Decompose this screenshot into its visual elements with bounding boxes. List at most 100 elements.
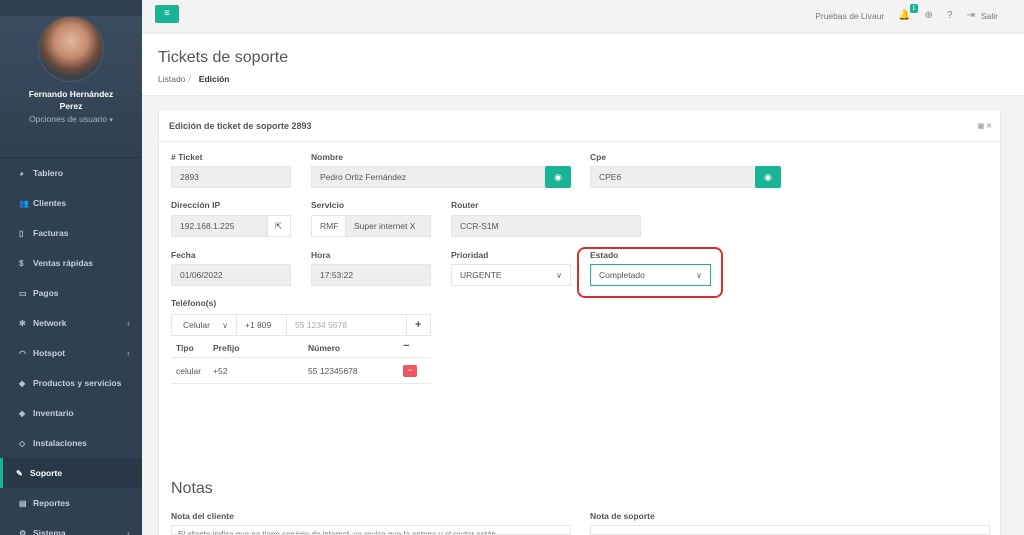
ip-label: Dirección IP (171, 200, 221, 210)
nombre-field[interactable]: Pedro Ortiz Fernández (311, 166, 545, 188)
caret-down-icon: ▾ (109, 117, 113, 124)
phone-table: Tipo Prefijo Número − celular +52 55 123… (171, 338, 431, 384)
view-cpe-button[interactable]: ◉ (755, 166, 781, 188)
ticket-field[interactable]: 2893 (171, 166, 291, 188)
sidebar-item-pagos[interactable]: ▭ Pagos (0, 278, 142, 308)
sidebar-nav: ◕ Tablero 👥 Clientes ▯ Facturas $ Ventas rápida… (0, 158, 142, 535)
sidebar-item-label: Sistema (33, 528, 66, 535)
sidebar-item-label: Clientes (33, 198, 67, 208)
nota-cliente-textarea[interactable]: El cliente indica que no tiene servicio … (171, 525, 571, 535)
prioridad-label: Prioridad (451, 250, 489, 260)
servicio-field[interactable]: Super internet X (345, 215, 431, 237)
sidebar-item-instalaciones[interactable]: ◇ Instalaciones (0, 428, 142, 458)
user-profile: Fernando Hernández Perez Opciones de usu… (0, 16, 142, 158)
notes-title: Notas (171, 480, 213, 497)
sidebar-item-label: Facturas (33, 228, 69, 238)
servicio-prefix: RMF (311, 215, 346, 237)
servicio-label: Servicio (311, 200, 345, 210)
router-field[interactable]: CCR-S1M (451, 215, 641, 237)
cpe-label: Cpe (590, 152, 607, 162)
sidebar-item-tablero[interactable]: ◕ Tablero (0, 158, 142, 188)
router-label: Router (451, 200, 479, 210)
view-client-button[interactable]: ◉ (545, 166, 571, 188)
table-row: celular +52 55 12345678 − (171, 358, 431, 384)
phone-code-field[interactable]: +1 809 (236, 314, 287, 336)
nota-soporte-textarea[interactable] (590, 525, 990, 535)
avatar[interactable] (38, 16, 104, 82)
bell-icon[interactable]: 🔔 1 (898, 4, 918, 21)
sidebar-item-ventas-rápidas[interactable]: $ Ventas rápidas (0, 248, 142, 278)
chevron-down-icon: ∨ (556, 270, 562, 280)
sidebar-item-label: Productos y servicios (33, 378, 122, 388)
sidebar-item-reportes[interactable]: ▤ Reportes (0, 488, 142, 518)
fecha-label: Fecha (171, 250, 196, 260)
sidebar-item-network[interactable]: ✻ Network ‹ (0, 308, 142, 338)
prioridad-select[interactable]: URGENTE ∨ (451, 264, 571, 286)
phone-number-input[interactable]: 55 1234 5678 (286, 314, 407, 336)
user-options-dropdown[interactable]: Opciones de usuario ▾ (0, 114, 142, 124)
minus-icon: − (403, 340, 410, 352)
topbar: ≡ Pruebas de Livaur 🔔 1 ⊕ ? ⇥ Salir (142, 0, 1024, 33)
sidebar-item-facturas[interactable]: ▯ Facturas (0, 218, 142, 248)
add-phone-button[interactable]: + (406, 314, 431, 336)
ip-field[interactable]: 192.168.1.225 (171, 215, 267, 237)
notification-badge: 1 (910, 4, 918, 13)
help-icon[interactable]: ? (947, 10, 953, 21)
ticket-label: # Ticket (171, 152, 203, 162)
wifi-icon: ◠ (19, 348, 26, 358)
page-title: Tickets de soporte (158, 49, 289, 66)
sidebar-item-hotspot[interactable]: ◠ Hotspot ‹ (0, 338, 142, 368)
sidebar-item-label: Reportes (33, 498, 70, 508)
wrench-icon: ✎ (16, 468, 23, 478)
breadcrumb-list[interactable]: Listado (158, 74, 185, 84)
sidebar-item-clientes[interactable]: 👥 Clientes (0, 188, 142, 218)
hora-field[interactable]: 17:53:22 (311, 264, 431, 286)
tools-icon: ◇ (19, 438, 26, 448)
eye-icon: ◉ (764, 171, 772, 182)
sidebar-item-label: Soporte (30, 468, 63, 478)
sidebar-item-label: Tablero (33, 168, 64, 178)
topbar-right: Pruebas de Livaur 🔔 1 ⊕ ? ⇥ Salir (815, 4, 998, 21)
cpe-field[interactable]: CPE6 (590, 166, 756, 188)
cogs-icon: ⚙ (19, 528, 27, 535)
sidebar-item-label: Instalaciones (33, 438, 87, 448)
fecha-field[interactable]: 01/06/2022 (171, 264, 291, 286)
nota-cliente-label: Nota del cliente (171, 511, 234, 521)
chevron-left-icon: ‹ (127, 318, 130, 328)
phone-type-select[interactable]: Celular ∨ (171, 314, 237, 336)
card-title: Edición de ticket de soporte 2893 ▣ ✕ (159, 110, 1000, 142)
sidebar: Fernando Hernández Perez Opciones de usu… (0, 0, 142, 535)
cubes-icon: ◈ (19, 408, 26, 418)
phone-table-header: Tipo Prefijo Número − (171, 338, 431, 358)
sidebar-item-productos-y-servicios[interactable]: ◆ Productos y servicios (0, 368, 142, 398)
breadcrumb-separator: / (188, 74, 191, 84)
hora-label: Hora (311, 250, 331, 260)
plus-icon: + (415, 319, 422, 331)
sidebar-item-label: Ventas rápidas (33, 258, 94, 268)
globe-icon[interactable]: ⊕ (925, 10, 933, 21)
sidebar-item-sistema[interactable]: ⚙ Sistema ‹ (0, 518, 142, 535)
chevron-down-icon: ∨ (222, 320, 228, 330)
sidebar-item-label: Inventario (33, 408, 74, 418)
money-icon: ▭ (19, 288, 27, 298)
col-numero: Número (308, 343, 341, 353)
page-header: Tickets de soporte Listado / Edición (142, 34, 1024, 96)
dollar-icon: $ (19, 258, 24, 268)
dashboard-icon: ◕ (19, 168, 24, 178)
sidebar-item-label: Network (33, 318, 67, 328)
sidebar-item-soporte[interactable]: ✎ Soporte (0, 458, 142, 488)
card-tools-icon[interactable]: ▣ ✕ (978, 122, 992, 130)
nota-soporte-label: Nota de soporte (590, 511, 655, 521)
external-link-icon: ⇱ (275, 220, 283, 231)
chevron-left-icon: ‹ (127, 348, 130, 358)
logout-icon[interactable]: ⇥ (967, 10, 975, 21)
delete-phone-button[interactable]: − (403, 365, 417, 377)
sidebar-item-inventario[interactable]: ◈ Inventario (0, 398, 142, 428)
logout-link[interactable]: Salir (981, 11, 998, 21)
menu-toggle-button[interactable]: ≡ (155, 5, 179, 23)
col-tipo: Tipo (176, 343, 194, 353)
breadcrumb: Listado / Edición (158, 74, 1024, 84)
file-icon: ▯ (19, 228, 24, 238)
chevron-left-icon: ‹ (127, 528, 130, 535)
open-ip-button[interactable]: ⇱ (267, 215, 291, 237)
